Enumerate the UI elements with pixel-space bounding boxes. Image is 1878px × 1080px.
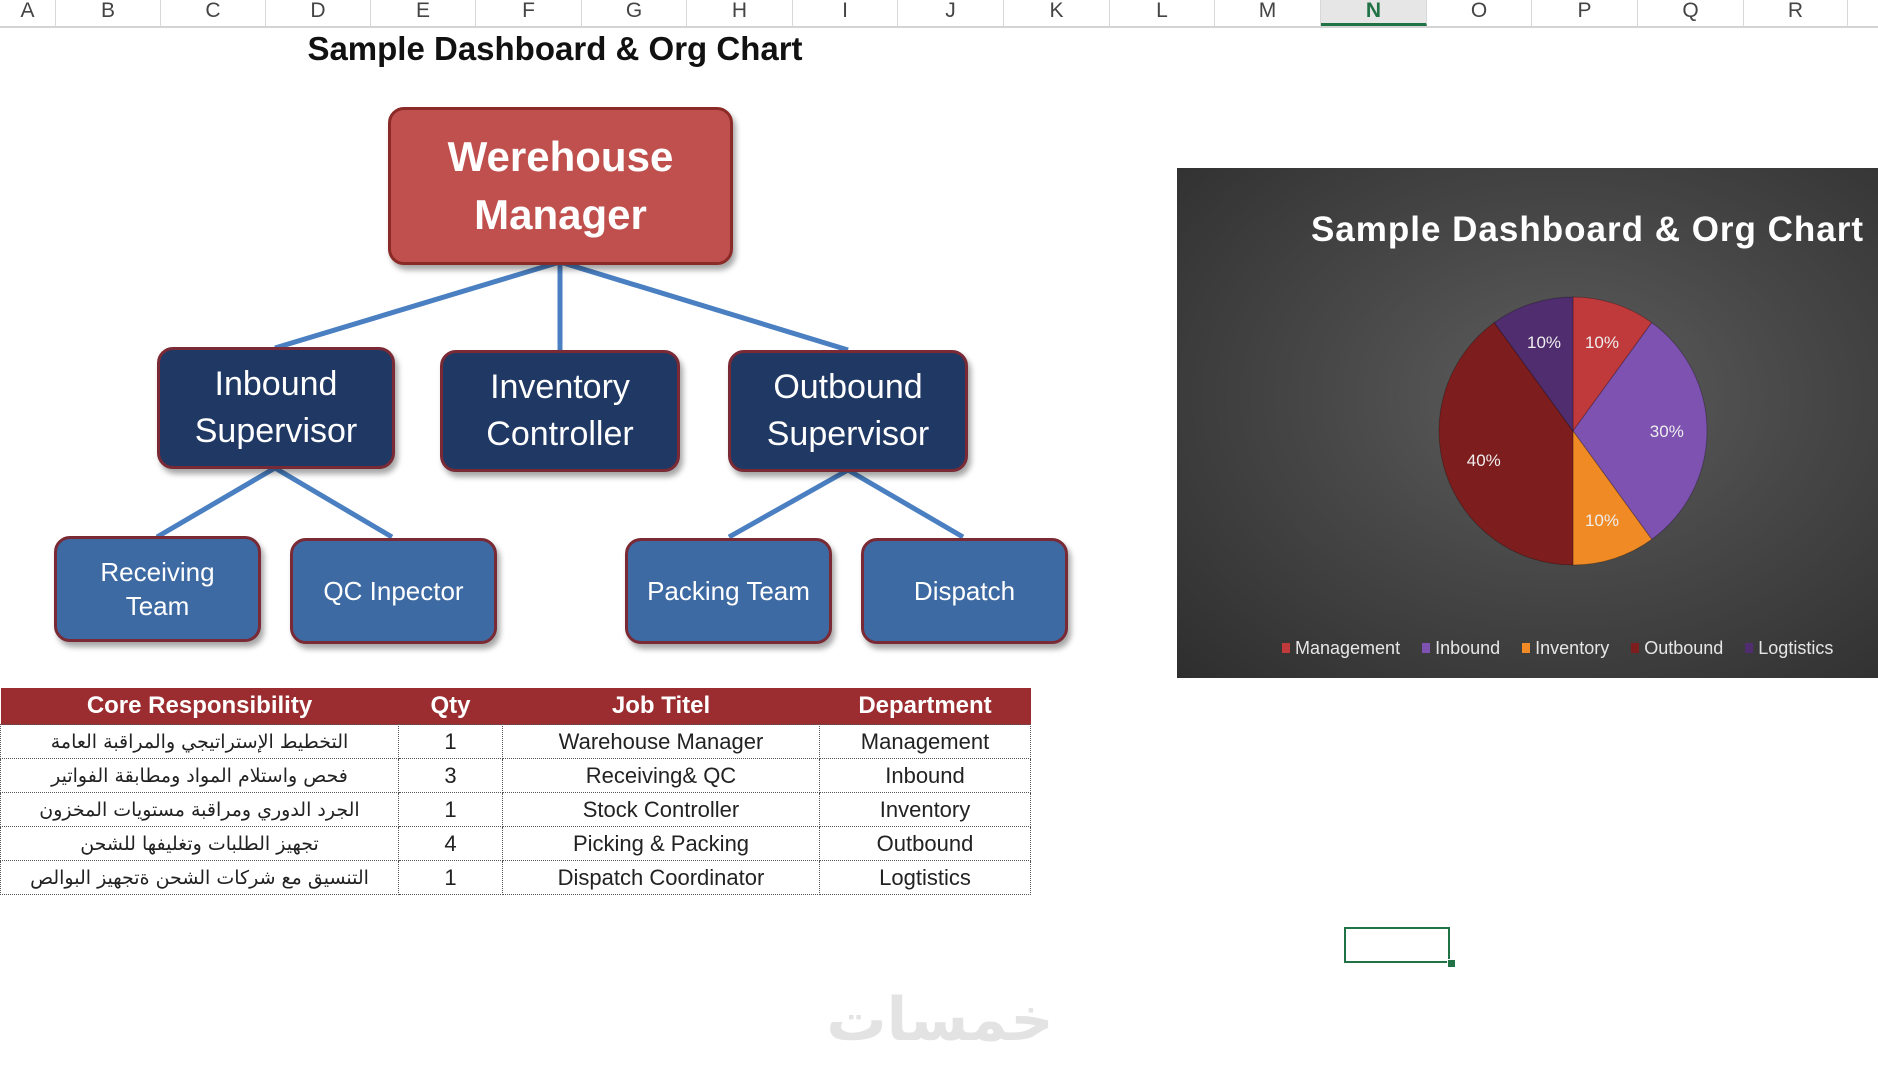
org-node-qc-inspector[interactable]: QC Inpector — [290, 538, 497, 644]
legend-label: Outbound — [1644, 637, 1724, 658]
pie-label-inbound: 30% — [1650, 422, 1684, 441]
cell-job-title[interactable]: Dispatch Coordinator — [502, 860, 820, 895]
legend-swatch — [1631, 643, 1640, 653]
column-header-n[interactable]: N — [1321, 0, 1427, 26]
pie-chart-plot: 10% 30% 10% 40% 10% — [1438, 296, 1708, 566]
column-header-l[interactable]: L — [1110, 0, 1215, 26]
table-row: تجهيز الطلبات وتغليفها للشحن 4 Picking &… — [0, 826, 1031, 861]
cell-qty[interactable]: 1 — [398, 724, 503, 759]
legend-swatch — [1522, 643, 1531, 653]
legend-item-inventory[interactable]: Inventory — [1522, 638, 1609, 659]
cell-responsibility[interactable]: الجرد الدوري ومراقبة مستويات المخزون — [0, 792, 399, 827]
legend-label: Logtistics — [1758, 637, 1834, 658]
org-node-inventory-controller[interactable]: Inventory Controller — [440, 350, 680, 472]
legend-swatch — [1282, 643, 1290, 653]
pie-label-outbound: 40% — [1467, 451, 1501, 470]
cell-qty[interactable]: 4 — [398, 826, 503, 861]
cell-department[interactable]: Inbound — [819, 758, 1031, 793]
table-header-row: Core Responsibility Qty Job Titel Depart… — [0, 688, 1031, 725]
org-node-inbound-supervisor[interactable]: Inbound Supervisor — [157, 347, 395, 469]
watermark-logo: خمسات — [826, 985, 1054, 1055]
legend-item-inbound[interactable]: Inbound — [1422, 638, 1500, 659]
fill-handle[interactable] — [1447, 959, 1456, 968]
legend-item-logtistics[interactable]: Logtistics — [1745, 638, 1833, 659]
table-row: التخطيط الإستراتيجي والمراقبة العامة 1 W… — [0, 724, 1031, 759]
pie-label-inventory: 10% — [1585, 511, 1619, 530]
cell-responsibility[interactable]: تجهيز الطلبات وتغليفها للشحن — [0, 826, 399, 861]
legend-swatch — [1745, 643, 1754, 653]
pie-chart[interactable]: Sample Dashboard & Org Chart 10% 30% 10% 40… — [1177, 168, 1878, 678]
cell-job-title[interactable]: Receiving& QC — [502, 758, 820, 793]
cell-job-title[interactable]: Picking & Packing — [502, 826, 820, 861]
legend-swatch — [1422, 643, 1431, 653]
column-header-department[interactable]: Department — [819, 688, 1031, 725]
legend-item-outbound[interactable]: Outbound — [1631, 638, 1723, 659]
column-header-q[interactable]: Q — [1638, 0, 1744, 26]
column-header-qty[interactable]: Qty — [398, 688, 503, 725]
pie-label-management: 10% — [1585, 333, 1619, 352]
chart-legend: Management Inbound Inventory Outbound Logtis… — [1282, 633, 1878, 663]
selected-cell[interactable] — [1344, 927, 1450, 963]
table-row: التنسيق مع شركات الشحن ةتجهيز البوالص 1 … — [0, 860, 1031, 895]
cell-responsibility[interactable]: التنسيق مع شركات الشحن ةتجهيز البوالص — [0, 860, 399, 895]
org-node-warehouse-manager[interactable]: Werehouse Manager — [388, 107, 733, 265]
column-header-core-responsibility[interactable]: Core Responsibility — [0, 688, 399, 725]
cell-department[interactable]: Management — [819, 724, 1031, 759]
legend-label: Inventory — [1535, 637, 1610, 658]
column-header-job-title[interactable]: Job Titel — [502, 688, 820, 725]
table-row: الجرد الدوري ومراقبة مستويات المخزون 1 S… — [0, 792, 1031, 827]
pie-label-logtistics: 10% — [1527, 333, 1561, 352]
cell-department[interactable]: Outbound — [819, 826, 1031, 861]
column-header-p[interactable]: P — [1532, 0, 1638, 26]
table-row: فحص واستلام المواد ومطابقة الفواتير 3 Re… — [0, 758, 1031, 793]
legend-label: Inbound — [1435, 637, 1501, 658]
column-header-o[interactable]: O — [1427, 0, 1532, 26]
org-node-receiving-team[interactable]: Receiving Team — [54, 536, 261, 642]
legend-label: Management — [1295, 637, 1401, 658]
cell-job-title[interactable]: Warehouse Manager — [502, 724, 820, 759]
cell-department[interactable]: Logtistics — [819, 860, 1031, 895]
cell-responsibility[interactable]: فحص واستلام المواد ومطابقة الفواتير — [0, 758, 399, 793]
cell-qty[interactable]: 3 — [398, 758, 503, 793]
cell-qty[interactable]: 1 — [398, 860, 503, 895]
org-node-dispatch[interactable]: Dispatch — [861, 538, 1068, 644]
cell-job-title[interactable]: Stock Controller — [502, 792, 820, 827]
org-node-outbound-supervisor[interactable]: Outbound Supervisor — [728, 350, 968, 472]
column-header-r[interactable]: R — [1744, 0, 1848, 26]
column-header-m[interactable]: M — [1215, 0, 1321, 26]
org-node-packing-team[interactable]: Packing Team — [625, 538, 832, 644]
cell-responsibility[interactable]: التخطيط الإستراتيجي والمراقبة العامة — [0, 724, 399, 759]
responsibility-table: Core Responsibility Qty Job Titel Depart… — [0, 688, 1031, 895]
cell-department[interactable]: Inventory — [819, 792, 1031, 827]
cell-qty[interactable]: 1 — [398, 792, 503, 827]
legend-item-management[interactable]: Management — [1282, 638, 1400, 659]
